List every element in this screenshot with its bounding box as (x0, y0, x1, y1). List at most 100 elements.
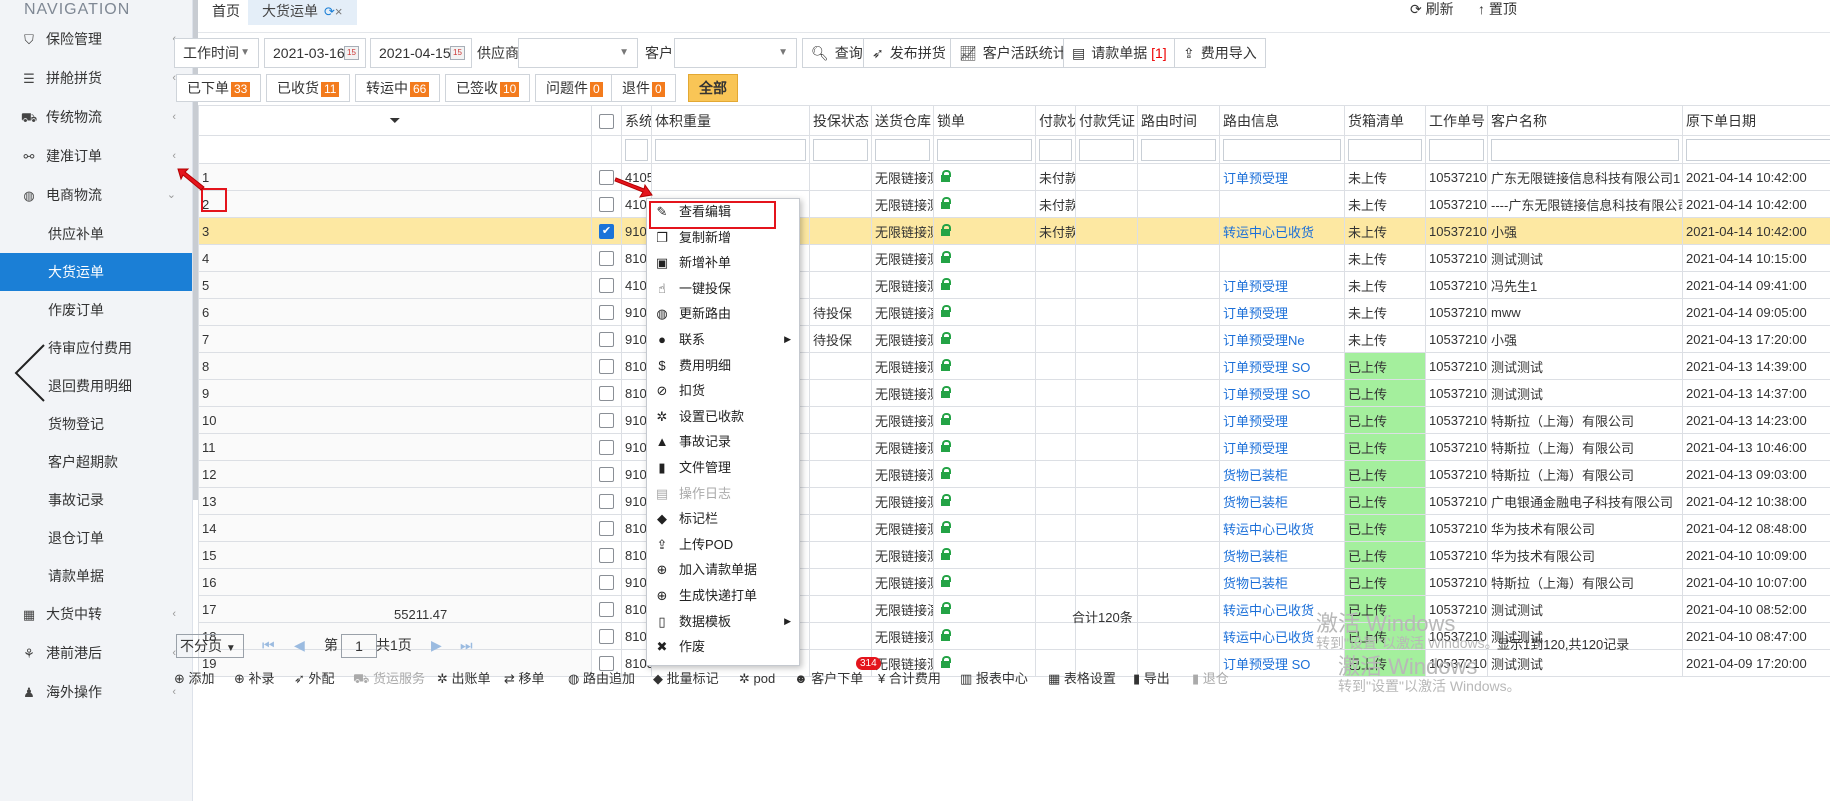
publish-consolidation-button[interactable]: ➶ 发布拼货 (863, 38, 955, 68)
row-checkbox[interactable] (599, 332, 614, 348)
unlock-icon[interactable] (941, 358, 951, 371)
route-info-cell[interactable]: 货物已装柜 (1219, 487, 1345, 515)
column-filter-input[interactable] (655, 138, 806, 161)
route-info-cell[interactable]: 转运中心已收货 (1219, 217, 1345, 245)
action-button[interactable]: ◆ 批量标记 (653, 669, 719, 689)
row-checkbox[interactable] (599, 521, 614, 537)
context-menu-item[interactable]: $ 费用明细 (647, 353, 799, 379)
last-page-icon[interactable]: ⏭ (460, 634, 473, 658)
action-button[interactable]: ◍ 路由追加 (568, 669, 635, 689)
column-filter-input[interactable] (1223, 138, 1341, 161)
sidebar-subitem[interactable]: 货物登记 (0, 405, 192, 443)
row-checkbox[interactable] (599, 575, 614, 591)
unlock-icon[interactable] (941, 223, 951, 236)
row-select-cell[interactable] (591, 298, 622, 326)
unlock-icon[interactable] (941, 520, 951, 533)
column-header[interactable]: 锁单 (933, 105, 1036, 136)
column-header[interactable]: 客户名称 (1487, 105, 1683, 136)
column-filter-input[interactable] (813, 138, 868, 161)
unlock-icon[interactable] (941, 277, 951, 290)
route-info-cell[interactable]: 订单预受理 SO (1219, 352, 1345, 380)
nav-group-item[interactable]: ♟ 海外操作 ‹ (0, 673, 192, 712)
column-filter-input[interactable] (1429, 138, 1484, 161)
page-size-select[interactable]: 不分页 ▼ (176, 634, 244, 658)
column-filter-input[interactable] (875, 138, 930, 161)
close-icon[interactable]: × (335, 4, 343, 19)
context-menu-item[interactable]: ✖ 作废 (647, 634, 799, 660)
table-row[interactable]: 11910537210400052A未受理无限链接测试仓库订单预受理已上传105… (198, 433, 1830, 461)
row-checkbox[interactable] (599, 548, 614, 564)
context-menu-item[interactable]: ⊕ 生成快递打单 (647, 583, 799, 609)
route-info-cell[interactable]: 订单预受理 (1219, 406, 1345, 434)
status-tab[interactable]: 已签收 10 (445, 74, 531, 102)
row-select-cell[interactable] (591, 433, 622, 461)
column-header[interactable]: 原下单日期 (1682, 105, 1830, 136)
unlock-icon[interactable] (941, 169, 951, 182)
column-filter-input[interactable] (1039, 138, 1072, 161)
table-row[interactable]: 7910537210400059A已排柜待投保无限链接测试仓库订单预受理Ne未上… (198, 325, 1830, 353)
nav-group-item[interactable]: ⚘ 港前港后 ‹ (0, 634, 192, 673)
column-header[interactable]: 路由时间 (1137, 105, 1220, 136)
status-tab-all[interactable]: 全部 (688, 74, 738, 102)
column-filter-input[interactable] (625, 138, 648, 161)
row-checkbox[interactable] (599, 278, 614, 294)
row-select-cell[interactable]: ✔ (591, 217, 622, 245)
context-menu-item[interactable]: ⊘ 扣货 (647, 378, 799, 404)
route-info-cell[interactable]: 订单预受理 (1219, 433, 1345, 461)
request-docs-button[interactable]: ▤ 请款单据 [1] (1063, 38, 1176, 68)
nav-group-item[interactable]: ☰ 拼舱拼货 ‹ (0, 59, 192, 98)
route-info-cell[interactable] (1219, 244, 1345, 272)
table-row[interactable]: 10910537210400056A未受理无限链接测试仓库订单预受理已上传105… (198, 406, 1830, 434)
context-menu-item[interactable]: ◆ 标记栏 (647, 506, 799, 532)
time-type-select[interactable]: 工作时间 ▼ (174, 38, 259, 68)
column-filter-input[interactable] (1079, 138, 1134, 161)
row-checkbox[interactable] (599, 170, 614, 186)
column-header[interactable]: 货箱清单 (1344, 105, 1426, 136)
context-menu-item[interactable]: ✲ 设置已收款 (647, 404, 799, 430)
nav-group-item[interactable]: ▦ 大货中转 ‹ (0, 595, 192, 634)
status-tab[interactable]: 退件 0 (611, 74, 676, 102)
row-checkbox[interactable] (599, 197, 614, 213)
route-info-cell[interactable] (1219, 190, 1345, 218)
sidebar-subitem[interactable]: 供应补单 (0, 215, 192, 253)
column-filter-input[interactable] (1348, 138, 1422, 161)
action-button[interactable]: ▮ 导出 (1133, 669, 1170, 689)
collapse-arrow-icon[interactable] (12, 343, 48, 403)
first-page-icon[interactable]: ⏮ (262, 634, 275, 658)
calendar-icon[interactable]: 15 (450, 46, 465, 60)
status-tab[interactable]: 问题件 0 (535, 74, 614, 102)
row-select-cell[interactable] (591, 325, 622, 353)
table-row[interactable]: 12910537210400048A已排柜无限链接测试仓库货物已装柜已上传105… (198, 460, 1830, 488)
route-info-cell[interactable]: 订单预受理 (1219, 271, 1345, 299)
row-checkbox[interactable] (599, 440, 614, 456)
table-row[interactable]: 9810537210400054已排柜无限链接测试仓库订单预受理 SO已上传10… (198, 379, 1830, 407)
action-button[interactable]: ✲ 出账单 (437, 669, 491, 689)
unlock-icon[interactable] (941, 412, 951, 425)
column-header[interactable]: 投保状态 (809, 105, 872, 136)
route-info-cell[interactable]: 转运中心已收货 (1219, 514, 1345, 542)
row-select-cell[interactable] (591, 244, 622, 272)
row-checkbox[interactable] (599, 467, 614, 483)
row-checkbox[interactable] (599, 494, 614, 510)
route-info-cell[interactable]: 货物已装柜 (1219, 541, 1345, 569)
unlock-icon[interactable] (941, 466, 951, 479)
context-menu-item[interactable]: ❐ 复制新增 (647, 225, 799, 251)
table-row[interactable]: 6910537210400061未受理待投保无限链接演示仓库订单预受理未上传10… (198, 298, 1830, 326)
select-all-header[interactable] (591, 105, 622, 136)
row-checkbox[interactable] (599, 359, 614, 375)
sidebar-subitem[interactable]: 事故记录 (0, 481, 192, 519)
unlock-icon[interactable] (941, 331, 951, 344)
row-select-cell[interactable] (591, 487, 622, 515)
route-info-cell[interactable]: 订单预受理 (1219, 298, 1345, 326)
context-menu-item[interactable]: ▯ 数据模板 ▶ (647, 609, 799, 635)
context-menu-item[interactable]: ▣ 新增补单 (647, 250, 799, 276)
context-menu-item[interactable]: ⇪ 上传POD (647, 532, 799, 558)
table-row[interactable]: 5410537210400062未受理无限链接测试仓库订单预受理未上传10537… (198, 271, 1830, 299)
unlock-icon[interactable] (941, 655, 951, 668)
page-input[interactable]: 1 (341, 634, 377, 658)
prev-page-icon[interactable]: ◀ (294, 634, 305, 658)
unlock-icon[interactable] (941, 493, 951, 506)
tab-bulk-waybill[interactable]: 大货运单 ⟳× (248, 0, 357, 25)
route-info-cell[interactable]: 订单预受理Ne (1219, 325, 1345, 353)
route-info-cell[interactable]: 货物已装柜 (1219, 568, 1345, 596)
